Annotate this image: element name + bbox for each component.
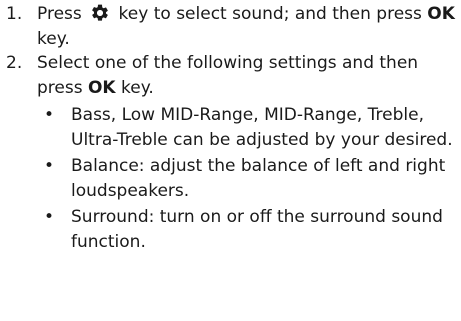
gear-icon	[92, 4, 108, 21]
bullet-dot: •	[44, 105, 55, 125]
step-number: 2.	[6, 53, 23, 73]
bullet-item-equalizer: • Bass, Low MID-Range, MID-Range, Treble…	[37, 103, 461, 152]
instructions-document: 1. Press key to select sound; and then p…	[0, 0, 461, 254]
bullet-text: Bass, Low MID-Range, MID-Range, Treble, …	[71, 105, 453, 150]
ok-key-label: OK	[427, 4, 455, 24]
step-text-part: key to select sound; and then press	[113, 4, 428, 24]
bullet-item-balance: • Balance: adjust the balance of left an…	[37, 154, 461, 203]
step-text: Press key to select sound; and then pres…	[37, 2, 461, 51]
step-text: Select one of the following settings and…	[37, 51, 461, 100]
step-text-part: Press	[37, 4, 88, 24]
step-text-part: key.	[37, 28, 70, 49]
step-1: 1. Press key to select sound; and then p…	[0, 2, 461, 51]
step-text-part: key.	[115, 77, 154, 98]
step-number: 1.	[6, 4, 23, 24]
ok-key-label: OK	[87, 77, 116, 98]
step-2: 2. Select one of the following settings …	[0, 51, 461, 254]
settings-bullet-list: • Bass, Low MID-Range, MID-Range, Treble…	[37, 103, 461, 254]
bullet-text: Balance: adjust the balance of left and …	[71, 156, 446, 201]
bullet-text: Surround: turn on or off the surround so…	[71, 207, 443, 252]
bullet-dot: •	[44, 207, 55, 227]
bullet-dot: •	[44, 156, 55, 176]
bullet-item-surround: • Surround: turn on or off the surround …	[37, 205, 461, 254]
